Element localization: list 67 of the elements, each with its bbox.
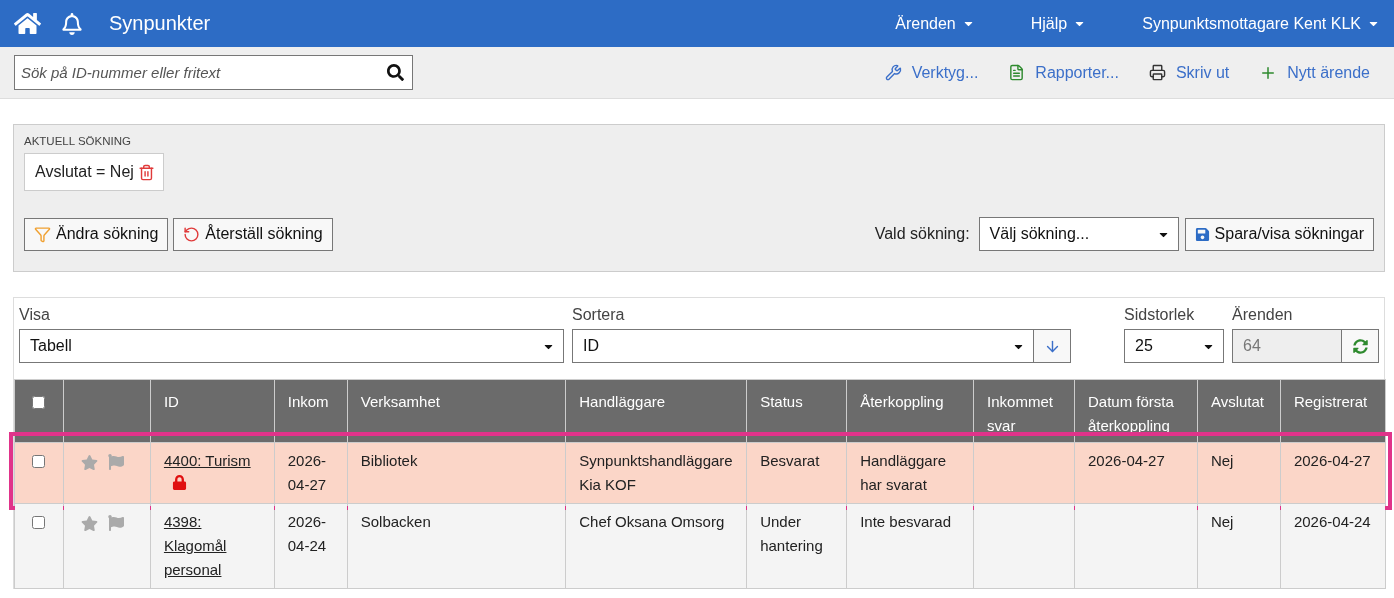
column-header[interactable]: Återkoppling (846, 379, 974, 443)
column-header[interactable]: Verksamhet (347, 379, 566, 443)
column-header[interactable]: Inkom (274, 379, 348, 443)
table-cell: Handläggare har svarat (860, 452, 947, 493)
app-title: Synpunkter (109, 12, 212, 35)
search-icon[interactable] (387, 64, 404, 81)
refresh-button[interactable] (1342, 329, 1379, 363)
column-header[interactable]: ID (150, 379, 275, 443)
undo-icon (183, 225, 201, 243)
table-cell: Nej (1210, 513, 1234, 530)
bell-icon[interactable] (61, 12, 83, 35)
table-cell: Under hantering (760, 513, 823, 554)
page-size-select[interactable]: 25 (1124, 329, 1224, 363)
refresh-icon (1352, 338, 1368, 354)
column-header[interactable]: Datum första återkoppling (1074, 379, 1198, 443)
field-label: Sidstorlek (1124, 306, 1196, 324)
sort-direction-button[interactable] (1034, 329, 1071, 363)
home-icon[interactable] (14, 10, 41, 37)
reset-button[interactable]: Återställ sökning (173, 217, 333, 251)
edit-search-button[interactable]: Ändra sökning (24, 217, 169, 251)
column-header[interactable]: Handläggare (565, 379, 747, 443)
table-cell: Solbacken (360, 513, 431, 530)
column-header[interactable]: Registrerat (1280, 379, 1386, 443)
count-field: 64 (1232, 329, 1342, 363)
table-cell: 2026-04-24 (1293, 513, 1371, 530)
star-icon[interactable] (80, 515, 98, 532)
field-label: Ärenden (1232, 306, 1294, 324)
toolbar-link[interactable]: Skriv ut (1148, 63, 1230, 82)
table-cell: Bibliotek (360, 452, 418, 469)
table-cell: Nej (1210, 452, 1234, 469)
table-cell: Besvarat (760, 452, 820, 469)
filter-icon (34, 225, 51, 243)
table-cell: 2026-04-27 (1088, 452, 1165, 469)
toolbar-link[interactable]: Verktyg... (884, 63, 979, 82)
menu-item[interactable]: Hjälp (1030, 14, 1087, 33)
section-heading: AKTUELL SÖKNING (24, 135, 132, 147)
table-cell: Synpunktshandläggare Kia KOF (579, 452, 733, 493)
trash-icon[interactable] (137, 163, 155, 181)
column-header[interactable]: Avslutat (1197, 379, 1281, 443)
toolbar-link[interactable]: Nytt ärende (1259, 63, 1370, 82)
search-field[interactable]: Sök på ID-nummer eller fritext (14, 55, 413, 90)
wrench-icon (884, 64, 902, 81)
saved-search-label: Vald sökning: (874, 225, 970, 243)
save-icon (1194, 226, 1210, 242)
row-checkbox[interactable] (32, 455, 45, 468)
table-cell: Inte besvarad (860, 513, 952, 530)
menu-item[interactable]: Ärenden (895, 14, 975, 33)
document-icon (1008, 64, 1026, 81)
table-cell: 2026-04-24 (287, 513, 327, 554)
menu-item[interactable]: Synpunktsmottagare Kent KLK (1142, 14, 1380, 33)
table-cell: 2026-04-27 (1293, 452, 1371, 469)
column-header[interactable]: Inkommet svar (973, 379, 1075, 443)
star-icon[interactable] (80, 454, 98, 471)
row-checkbox[interactable] (32, 516, 45, 529)
view-select[interactable]: Tabell (19, 329, 564, 363)
field-label: Visa (19, 306, 51, 324)
table-cell: 2026-04-27 (287, 452, 327, 493)
printer-icon (1148, 64, 1166, 81)
table-cell: Chef Oksana Omsorg (579, 513, 725, 530)
filter-label: Avslutat = Nej (35, 163, 134, 181)
sort-select[interactable]: ID (572, 329, 1034, 363)
select-all-checkbox[interactable] (32, 396, 45, 409)
toolbar-link[interactable]: Rapporter... (1008, 63, 1119, 82)
column-header[interactable]: Status (746, 379, 847, 443)
saved-search-select[interactable]: Välj sökning... (978, 217, 1179, 251)
save-searches-button[interactable]: Spara/visa sökningar (1184, 217, 1374, 251)
field-label: Sortera (572, 306, 626, 324)
